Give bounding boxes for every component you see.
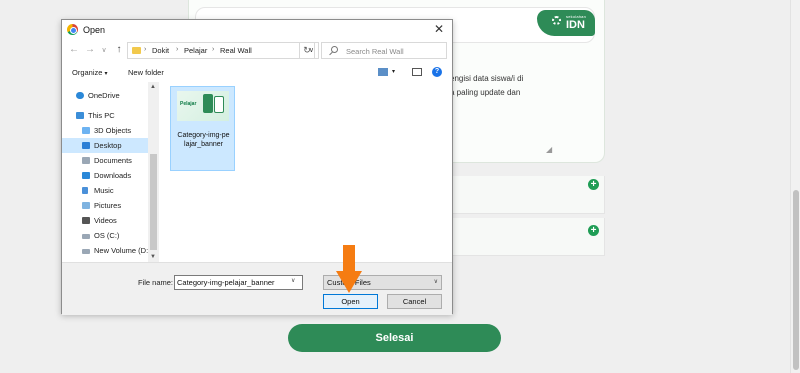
chevron-down-icon[interactable]: ∨	[291, 277, 295, 284]
sidebar-item-downloads[interactable]: Downloads	[62, 168, 148, 183]
add-icon[interactable]: +	[588, 179, 599, 190]
thumbnail-text: Pelajar	[180, 101, 197, 107]
sidebar-item-label: Videos	[94, 216, 117, 225]
up-arrow-icon[interactable]: ↑	[113, 44, 125, 55]
music-icon	[82, 187, 88, 194]
chrome-icon	[67, 24, 78, 35]
desktop-icon	[82, 142, 90, 149]
description-textarea[interactable]: engisi data siswa/i di a paling update d…	[450, 72, 600, 100]
sidebar-item-label: OneDrive	[88, 91, 120, 100]
page-scrollbar-thumb[interactable]	[793, 190, 799, 370]
back-arrow-icon[interactable]: ←	[68, 44, 80, 55]
sidebar-item-label: Desktop	[94, 141, 122, 150]
file-name-field-label: File name:	[138, 278, 174, 287]
organize-label: Organize	[72, 68, 103, 77]
finish-button[interactable]: Selesai	[288, 324, 501, 352]
folder-icon	[132, 47, 141, 54]
page-scrollbar[interactable]	[790, 0, 800, 373]
address-bar: ← → ∨ ↑ › Dokit › Pelajar › Real Wall ∨ …	[62, 41, 452, 60]
scroll-up-icon[interactable]: ▲	[150, 84, 156, 90]
preview-pane-icon[interactable]	[412, 68, 422, 76]
dialog-footer: File name: Category-img-pelajar_banner ∨…	[62, 262, 452, 315]
sidebar-item-os-c[interactable]: OS (C:)	[62, 228, 148, 243]
breadcrumb-item[interactable]: Dokit	[152, 46, 169, 55]
sidebar-item-videos[interactable]: Videos	[62, 213, 148, 228]
search-placeholder: Search Real Wall	[346, 47, 404, 56]
breadcrumb-item[interactable]: Pelajar	[184, 46, 207, 55]
refresh-icon[interactable]: ↻	[299, 42, 315, 59]
dialog-title: Open	[83, 25, 106, 35]
sidebar-item-label: 3D Objects	[94, 126, 132, 135]
sidebar-item-label: OS (C:)	[94, 231, 120, 240]
add-icon[interactable]: +	[588, 225, 599, 236]
sidebar-item-label: Downloads	[94, 171, 132, 180]
drive-icon	[82, 249, 90, 254]
sidebar-item-label: Documents	[94, 156, 132, 165]
brand-text: IDN	[566, 19, 585, 31]
chevron-down-icon: ∨	[433, 279, 438, 285]
gear-logo-icon	[552, 16, 561, 25]
navigation-scrollbar[interactable]: ▲ ▼	[148, 82, 159, 262]
file-item-selected[interactable]: Pelajar Category-img-pe lajar_banner	[170, 86, 235, 171]
document-icon	[82, 157, 90, 164]
sidebar-item-music[interactable]: Music	[62, 183, 148, 198]
new-folder-button[interactable]: New folder	[128, 68, 164, 77]
file-list: Pelajar Category-img-pe lajar_banner	[159, 82, 452, 262]
help-icon[interactable]: ?	[432, 67, 442, 77]
search-icon	[331, 46, 338, 53]
image-thumbnail: Pelajar	[177, 91, 229, 121]
sidebar-item-label: Music	[94, 186, 114, 195]
chevron-down-icon[interactable]: ▾	[392, 68, 395, 75]
open-file-dialog: Open ✕ ← → ∨ ↑ › Dokit › Pelajar › Real …	[61, 19, 453, 315]
open-button[interactable]: Open	[323, 294, 378, 309]
picture-icon	[82, 202, 90, 209]
textarea-line: engisi data siswa/i di	[450, 74, 524, 83]
accordion-row	[450, 176, 605, 214]
sidebar-item-label: New Volume (D:)	[94, 246, 151, 255]
breadcrumb-item[interactable]: Real Wall	[220, 46, 252, 55]
sidebar-item-label: This PC	[88, 111, 115, 120]
drive-icon	[82, 234, 90, 239]
phone-illustration	[214, 96, 224, 113]
navigation-scrollbar-thumb[interactable]	[150, 154, 157, 250]
sidebar-item-label: Pictures	[94, 201, 122, 210]
file-name-field[interactable]: Category-img-pelajar_banner	[174, 275, 303, 290]
sidebar-item-documents[interactable]: Documents	[62, 153, 148, 168]
cube-icon	[82, 127, 90, 134]
sidebar-item-onedrive[interactable]: OneDrive	[62, 88, 148, 103]
forward-arrow-icon[interactable]: →	[84, 44, 96, 55]
dialog-toolbar: Organize ▾ New folder ▾ ?	[62, 65, 452, 82]
scroll-down-icon[interactable]: ▼	[150, 254, 156, 260]
view-options-icon[interactable]	[378, 68, 388, 76]
sidebar-item-this-pc[interactable]: This PC	[62, 108, 148, 123]
sidebar-item-pictures[interactable]: Pictures	[62, 198, 148, 213]
breadcrumb[interactable]: › Dokit › Pelajar › Real Wall ∨	[127, 42, 319, 59]
file-name-label: Category-img-pe lajar_banner	[177, 132, 230, 148]
dialog-titlebar: Open ✕	[62, 20, 452, 40]
video-icon	[82, 217, 90, 224]
sidebar-item-3d-objects[interactable]: 3D Objects	[62, 123, 148, 138]
organize-button[interactable]: Organize ▾	[72, 68, 108, 77]
cancel-button[interactable]: Cancel	[387, 294, 442, 309]
sidebar-item-desktop[interactable]: Desktop	[62, 138, 148, 153]
recent-chevron-down-icon[interactable]: ∨	[98, 46, 110, 54]
textarea-line: a paling update dan	[450, 88, 521, 97]
resize-grip-icon[interactable]: ◢	[546, 145, 552, 154]
download-icon	[82, 172, 90, 179]
computer-icon	[76, 112, 84, 119]
idn-logo: sekolahan IDN	[537, 10, 595, 36]
annotation-arrow-icon	[336, 245, 362, 293]
close-icon[interactable]: ✕	[432, 22, 446, 36]
phone-illustration	[203, 94, 213, 113]
search-input[interactable]: Search Real Wall	[321, 42, 447, 59]
accordion-row	[450, 218, 605, 256]
sidebar-item-new-volume-d[interactable]: New Volume (D:)	[62, 243, 151, 258]
cloud-icon	[76, 92, 84, 99]
navigation-pane: OneDrive This PC 3D Objects Desktop Docu…	[62, 82, 159, 262]
